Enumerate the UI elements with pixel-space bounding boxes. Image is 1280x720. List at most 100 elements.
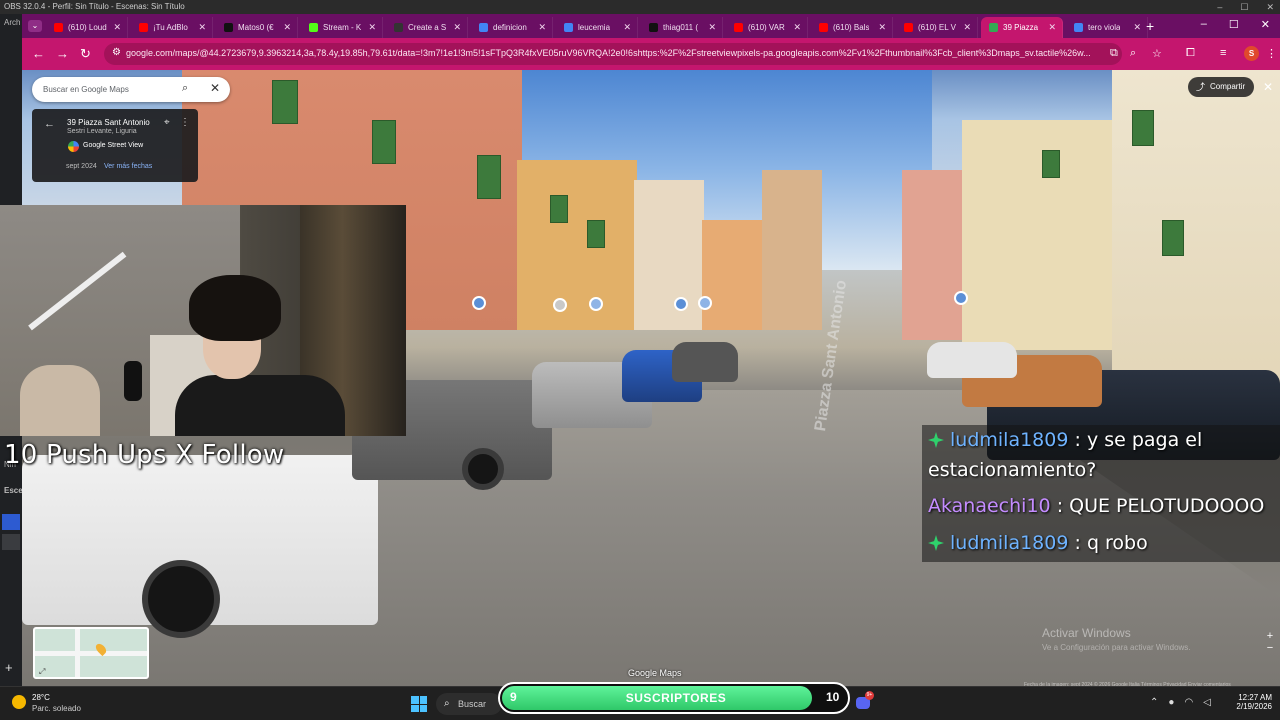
minimize-icon[interactable]: – (1217, 0, 1222, 14)
tab-close-icon[interactable]: ✕ (963, 22, 971, 33)
tab-close-icon[interactable]: ✕ (538, 22, 546, 33)
screen: OBS 32.0.4 - Perfil: Sin Título - Escena… (0, 0, 1280, 720)
tab-close-icon[interactable]: ✕ (793, 22, 801, 33)
browser-tab[interactable]: 39 Piazza ✕ (981, 17, 1063, 38)
weather-condition: Parc. soleado (32, 704, 81, 713)
obs-menu-archive[interactable]: Arch (4, 18, 20, 27)
shutter-window (477, 155, 501, 199)
expand-map-icon[interactable]: ⤢ (39, 667, 45, 677)
chevron-up-icon[interactable]: ⌃ (1150, 697, 1158, 708)
bookmark-star-icon[interactable]: ☆ (1152, 47, 1162, 60)
chat-username[interactable]: ludmila1809 (950, 429, 1068, 451)
zoom-out-icon[interactable]: − (1262, 642, 1278, 654)
zoom-in-icon[interactable]: + (1262, 630, 1278, 642)
site-info-icon[interactable]: ⚙ (112, 47, 121, 58)
chat-username[interactable]: Akanaechi10 (928, 495, 1051, 517)
maps-search-input[interactable]: Buscar en Google Maps (43, 85, 129, 94)
tab-close-icon[interactable]: ✕ (1133, 22, 1141, 33)
back-arrow-icon[interactable]: ← (44, 118, 55, 130)
tab-label: Matos0 (€ (238, 23, 274, 32)
tab-label: tero viola (1088, 23, 1121, 32)
street-view-pin[interactable] (954, 291, 968, 305)
minimap[interactable]: ⤢ (33, 627, 149, 679)
reload-icon[interactable]: ↻ (80, 46, 91, 62)
tab-favicon-icon (224, 23, 233, 32)
mic-tray-icon[interactable]: ● (1168, 697, 1174, 708)
street-view-pin[interactable] (698, 296, 712, 310)
browser-close-icon[interactable]: ✕ (1261, 18, 1270, 31)
profile-avatar[interactable]: S (1244, 46, 1259, 61)
browser-tab[interactable]: Create a S ✕ (386, 17, 468, 38)
windows-start-icon[interactable] (411, 696, 427, 712)
add-scene-icon[interactable]: + (5, 660, 13, 675)
see-more-dates-link[interactable]: Ver más fechas (104, 163, 152, 170)
discord-icon[interactable]: 9+ (856, 691, 874, 709)
tab-favicon-icon (564, 23, 573, 32)
browser-tab[interactable]: leucemia ✕ (556, 17, 638, 38)
tab-close-icon[interactable]: ✕ (878, 22, 886, 33)
maps-search-box[interactable]: Buscar en Google Maps ⌕ ✕ (32, 77, 230, 102)
clock[interactable]: 12:27 AM 2/19/2026 (1228, 693, 1272, 711)
network-icon[interactable]: ◠ (1184, 697, 1193, 708)
browser-tab[interactable]: (610) Loud ✕ (46, 17, 128, 38)
temperature: 28°C (32, 693, 50, 702)
zoom-icon[interactable]: ⌕ (1130, 47, 1136, 60)
street-view-pin[interactable] (589, 297, 603, 311)
windows-activation-subtitle: Ve a Configuración para activar Windows. (1042, 643, 1191, 652)
obs-scene-item[interactable] (2, 534, 20, 550)
extensions-icon[interactable]: ⧠ (1186, 47, 1195, 60)
street-view-pin[interactable] (553, 298, 567, 312)
back-icon[interactable]: ← (32, 46, 45, 61)
search-icon[interactable]: ⌕ (182, 82, 188, 95)
browser-maximize-icon[interactable]: ☐ (1229, 18, 1239, 31)
volume-icon[interactable]: ◁ (1203, 697, 1211, 708)
close-street-view-icon[interactable]: ✕ (1263, 80, 1273, 94)
tab-label: leucemia (578, 23, 611, 32)
place-title: 39 Piazza Sant Antonio (67, 118, 150, 127)
browser-tab[interactable]: thiag011 (✕ (641, 17, 723, 38)
location-pin-icon[interactable]: ⌖ (164, 117, 170, 128)
car-dark (672, 342, 738, 382)
tab-close-icon[interactable]: ✕ (453, 22, 461, 33)
tab-close-icon[interactable]: ✕ (623, 22, 631, 33)
tab-close-icon[interactable]: ✕ (368, 22, 376, 33)
reading-list-icon[interactable]: ≡ (1220, 47, 1226, 59)
browser-tab[interactable]: (610) VAR ✕ (726, 17, 808, 38)
maximize-icon[interactable]: ☐ (1240, 0, 1248, 14)
tab-favicon-icon (309, 23, 318, 32)
tab-close-icon[interactable]: ✕ (1048, 22, 1056, 33)
browser-tab[interactable]: ¡Tu AdBlo ✕ (131, 17, 213, 38)
tab-close-icon[interactable]: ✕ (283, 22, 291, 33)
zoom-controls[interactable]: + − (1262, 630, 1278, 664)
new-tab-icon[interactable]: + (1146, 18, 1154, 34)
close-icon[interactable]: ✕ (1266, 0, 1274, 14)
more-options-icon[interactable]: ⋮ (180, 117, 190, 128)
share-label: Compartir (1210, 82, 1246, 91)
street-view-pin[interactable] (674, 297, 688, 311)
browser-tab[interactable]: (610) Bals ✕ (811, 17, 893, 38)
forward-icon[interactable]: → (56, 46, 69, 61)
close-search-icon[interactable]: ✕ (210, 81, 220, 95)
tab-close-icon[interactable]: ✕ (198, 22, 206, 33)
window-controls: – ☐ ✕ (1217, 0, 1274, 14)
chat-text: : QUE PELOTUDOOOO (1056, 495, 1265, 517)
browser-tab[interactable]: Stream - K ✕ (301, 17, 383, 38)
chrome-menu-icon[interactable]: ⋮ (1266, 47, 1277, 60)
share-button[interactable]: ⤴ Compartir (1188, 77, 1254, 97)
chat-username[interactable]: ludmila1809 (950, 532, 1068, 554)
browser-tab[interactable]: Matos0 (€ ✕ (216, 17, 298, 38)
browser-tab[interactable]: (610) EL V ✕ (896, 17, 978, 38)
minimap-road (75, 629, 80, 677)
street-view-pin[interactable] (472, 296, 486, 310)
obs-scene-selected[interactable] (2, 514, 20, 530)
building-orange (702, 220, 762, 330)
browser-tab[interactable]: tero viola ✕ (1066, 17, 1148, 38)
browser-minimize-icon[interactable]: – (1201, 18, 1207, 31)
browser-tab[interactable]: definicion ✕ (471, 17, 553, 38)
tab-close-icon[interactable]: ✕ (708, 22, 716, 33)
tab-close-icon[interactable]: ✕ (113, 22, 121, 33)
taskbar-search[interactable]: ⌕ Buscar (436, 693, 502, 715)
tab-search-icon[interactable]: ⌄ (28, 20, 42, 32)
install-app-icon[interactable]: ⧉ (1110, 47, 1118, 60)
url-input[interactable]: ⚙ google.com/maps/@44.2723679,9.3963214,… (104, 43, 1122, 65)
